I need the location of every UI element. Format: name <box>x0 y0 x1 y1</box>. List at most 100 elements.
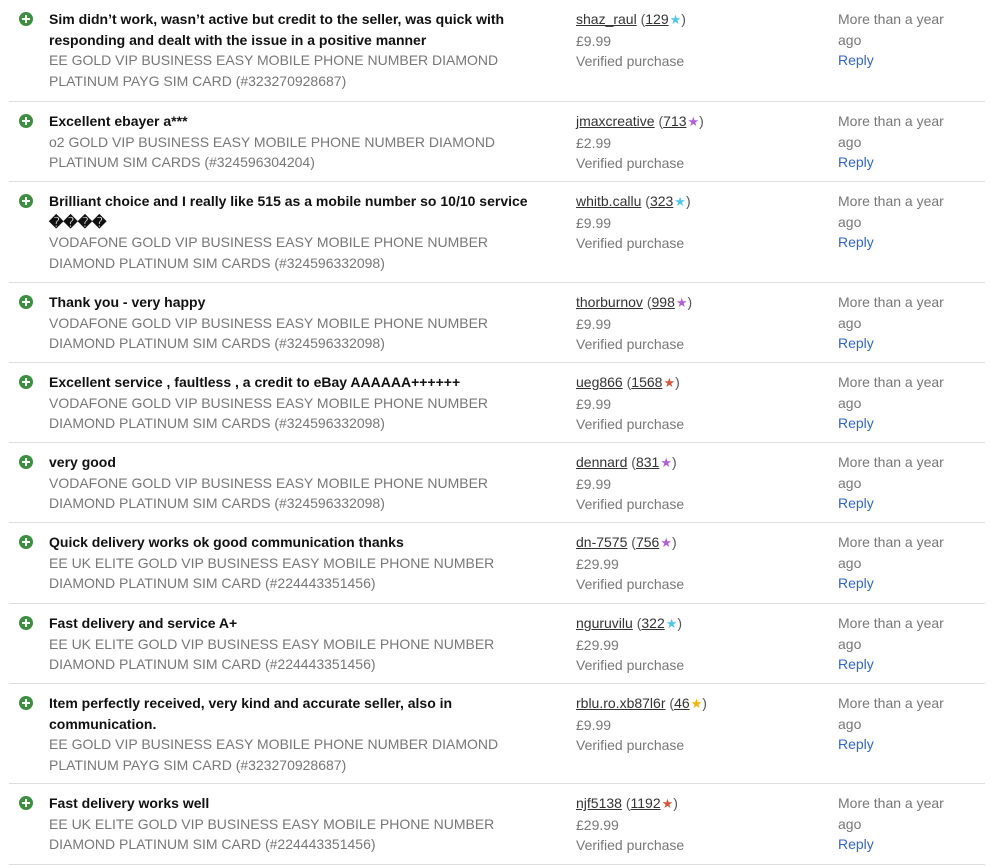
buyer-line: dennard (831★) <box>576 454 677 470</box>
item-title: VODAFONE GOLD VIP BUSINESS EASY MOBILE P… <box>49 314 489 352</box>
buyer-line: jmaxcreative (713★) <box>576 113 704 129</box>
buyer-feedback-score-link[interactable]: 1568 <box>631 374 662 390</box>
item-price: £9.99 <box>576 395 612 412</box>
star-icon: ★ <box>687 114 700 129</box>
star-icon: ★ <box>663 375 676 390</box>
buyer-feedback-score-link[interactable]: 322 <box>641 615 664 631</box>
feedback-comment: Item perfectly received, very kind and a… <box>49 695 453 732</box>
reply-link[interactable]: Reply <box>838 734 968 755</box>
buyer-feedback-score-link[interactable]: 46 <box>674 695 690 711</box>
positive-feedback-icon <box>19 12 33 26</box>
reply-link[interactable]: Reply <box>838 493 968 514</box>
positive-feedback-icon <box>19 535 33 549</box>
feedback-row: Excellent service , faultless , a credit… <box>9 363 985 443</box>
feedback-row: Sim didn’t work, wasn’t active but credi… <box>9 0 985 102</box>
item-title: EE GOLD VIP BUSINESS EASY MOBILE PHONE N… <box>49 736 499 773</box>
buyer-feedback-score-link[interactable]: 323 <box>650 193 673 209</box>
star-icon: ★ <box>690 696 703 711</box>
feedback-main-column: Fast delivery and service A+ EE UK ELITE… <box>49 613 549 675</box>
feedback-main-column: very good VODAFONE GOLD VIP BUSINESS EAS… <box>49 452 549 514</box>
feedback-main-column: Excellent service , faultless , a credit… <box>49 372 549 434</box>
time-column: More than a year ago Reply <box>838 111 968 173</box>
buyer-line: dn-7575 (756★) <box>576 534 677 550</box>
buyer-feedback-score-link[interactable]: 756 <box>636 534 659 550</box>
feedback-main-column: Thank you - very happy VODAFONE GOLD VIP… <box>49 292 549 354</box>
reply-link[interactable]: Reply <box>838 573 968 594</box>
positive-feedback-icon <box>19 796 33 810</box>
positive-feedback-icon <box>19 114 33 128</box>
item-title: VODAFONE GOLD VIP BUSINESS EASY MOBILE P… <box>49 394 489 432</box>
buyer-username-link[interactable]: nguruvilu <box>576 615 633 631</box>
buyer-username-link[interactable]: thorburnov <box>576 294 643 310</box>
reply-link[interactable]: Reply <box>838 654 968 675</box>
item-title: EE UK ELITE GOLD VIP BUSINESS EASY MOBIL… <box>49 635 495 673</box>
feedback-main-column: Brilliant choice and I really like 515 a… <box>49 191 549 273</box>
buyer-feedback-score-link[interactable]: 831 <box>636 454 659 470</box>
feedback-comment: Brilliant choice and I really like 515 a… <box>49 193 528 230</box>
verified-purchase-label: Verified purchase <box>576 336 685 352</box>
feedback-time: More than a year ago <box>838 695 944 732</box>
star-icon: ★ <box>660 455 672 470</box>
buyer-username-link[interactable]: jmaxcreative <box>576 113 655 129</box>
feedback-main-column: Excellent ebayer a*** o2 GOLD VIP BUSINE… <box>49 111 549 173</box>
buyer-username-link[interactable]: dennard <box>576 454 627 470</box>
buyer-feedback-score-link[interactable]: 998 <box>652 294 675 310</box>
positive-feedback-icon <box>19 295 33 309</box>
positive-feedback-icon <box>19 194 33 208</box>
item-title: VODAFONE GOLD VIP BUSINESS EASY MOBILE P… <box>49 474 489 512</box>
feedback-comment: Fast delivery and service A+ <box>49 615 238 631</box>
reply-link[interactable]: Reply <box>838 50 968 71</box>
buyer-username-link[interactable]: rblu.ro.xb87l6r <box>576 695 666 711</box>
item-title: o2 GOLD VIP BUSINESS EASY MOBILE PHONE N… <box>49 133 496 171</box>
buyer-username-link[interactable]: ueg866 <box>576 374 623 390</box>
star-icon: ★ <box>665 616 678 631</box>
buyer-feedback-score-link[interactable]: 713 <box>663 113 686 129</box>
item-price: £9.99 <box>576 32 612 49</box>
feedback-comment: very good <box>49 454 116 470</box>
buyer-column: dn-7575 (756★) £29.99 Verified purchase <box>576 532 806 595</box>
buyer-feedback-score-link[interactable]: 1192 <box>631 795 661 811</box>
feedback-row: Item perfectly received, very kind and a… <box>9 684 985 784</box>
time-column: More than a year ago Reply <box>838 613 968 675</box>
time-column: More than a year ago Reply <box>838 452 968 514</box>
verified-purchase-label: Verified purchase <box>576 657 685 673</box>
buyer-username-link[interactable]: dn-7575 <box>576 534 627 550</box>
buyer-username-link[interactable]: whitb.callu <box>576 193 641 209</box>
feedback-comment: Fast delivery works well <box>49 795 210 811</box>
reply-link[interactable]: Reply <box>838 333 968 354</box>
item-price: £9.99 <box>576 315 612 332</box>
buyer-column: dennard (831★) £9.99 Verified purchase <box>576 452 806 515</box>
verified-purchase-label: Verified purchase <box>576 496 685 512</box>
item-title: EE UK ELITE GOLD VIP BUSINESS EASY MOBIL… <box>49 815 495 853</box>
reply-link[interactable]: Reply <box>838 834 968 855</box>
buyer-feedback-score-link[interactable]: 129 <box>645 11 668 27</box>
feedback-time: More than a year ago <box>838 11 944 48</box>
buyer-username-link[interactable]: shaz_raul <box>576 11 637 27</box>
feedback-row: Fast delivery and service A+ EE UK ELITE… <box>9 604 985 684</box>
item-price: £2.99 <box>576 134 612 151</box>
feedback-comment: Sim didn’t work, wasn’t active but credi… <box>49 11 505 48</box>
item-title: VODAFONE GOLD VIP BUSINESS EASY MOBILE P… <box>49 234 489 271</box>
time-column: More than a year ago Reply <box>838 793 968 855</box>
feedback-row: very good VODAFONE GOLD VIP BUSINESS EAS… <box>9 443 985 523</box>
reply-link[interactable]: Reply <box>838 413 968 434</box>
time-column: More than a year ago Reply <box>838 693 968 755</box>
buyer-column: whitb.callu (323★) £9.99 Verified purcha… <box>576 191 806 254</box>
buyer-line: whitb.callu (323★) <box>576 193 691 209</box>
reply-link[interactable]: Reply <box>838 232 968 253</box>
buyer-line: shaz_raul (129★) <box>576 11 686 27</box>
item-title: EE GOLD VIP BUSINESS EASY MOBILE PHONE N… <box>49 52 499 89</box>
feedback-main-column: Fast delivery works well EE UK ELITE GOL… <box>49 793 549 855</box>
verified-purchase-label: Verified purchase <box>576 155 685 171</box>
reply-link[interactable]: Reply <box>838 152 968 173</box>
feedback-comment: Quick delivery works ok good communicati… <box>49 534 404 550</box>
buyer-line: nguruvilu (322★) <box>576 615 683 631</box>
time-column: More than a year ago Reply <box>838 372 968 434</box>
item-price: £9.99 <box>576 214 612 231</box>
star-icon: ★ <box>675 295 688 310</box>
feedback-time: More than a year ago <box>838 374 944 411</box>
buyer-username-link[interactable]: njf5138 <box>576 795 622 811</box>
positive-feedback-icon <box>19 696 33 710</box>
item-price: £9.99 <box>576 475 612 492</box>
buyer-column: rblu.ro.xb87l6r (46★) £9.99 Verified pur… <box>576 693 806 756</box>
